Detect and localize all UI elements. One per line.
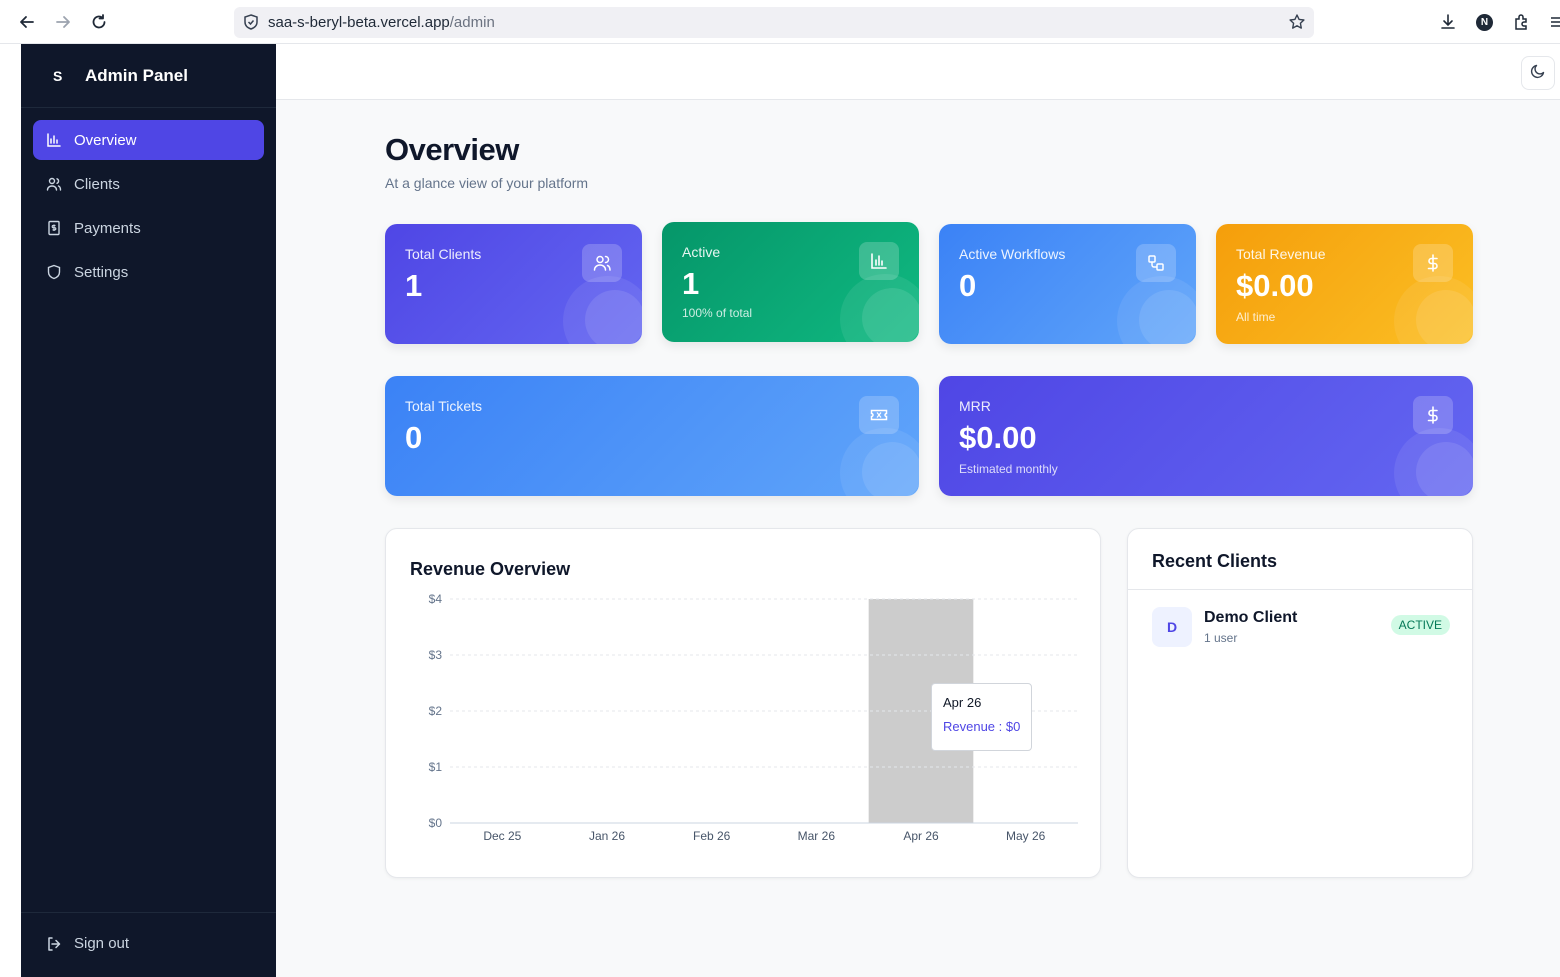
- y-tick-label: $0: [429, 816, 443, 830]
- y-tick-label: $4: [429, 592, 443, 606]
- stat-label: Total Tickets: [405, 398, 483, 414]
- x-tick-label: May 26: [1006, 829, 1046, 843]
- bar-chart-icon: [859, 242, 899, 280]
- url-path: /admin: [449, 14, 495, 31]
- stat-label: Active Workflows: [959, 246, 1066, 262]
- sidebar-footer: Sign out: [21, 912, 276, 977]
- ticket-icon: [859, 396, 899, 434]
- revenue-overview-panel: Revenue Overview $0 $1 $2 $3 $4 Dec 25 Jan 26 F…: [385, 528, 1101, 878]
- brand-title: Admin Panel: [85, 66, 188, 85]
- chart-tooltip: Apr 26 Revenue : $0: [931, 683, 1032, 751]
- bar-chart-icon: [46, 132, 62, 148]
- stat-value: $0.00: [1236, 268, 1314, 303]
- shield-icon: [46, 264, 62, 280]
- page-subtitle: At a glance view of your platform: [385, 175, 589, 191]
- browser-toolbar: saa-s-beryl-beta.vercel.app/admin N: [0, 0, 1560, 44]
- stat-card-total-clients[interactable]: Total Clients 1: [385, 224, 642, 344]
- sidebar-item-label: Settings: [74, 263, 129, 281]
- address-bar[interactable]: saa-s-beryl-beta.vercel.app/admin: [234, 7, 1314, 38]
- window-edge: [0, 44, 21, 977]
- status-badge: ACTIVE: [1390, 615, 1450, 635]
- stat-card-total-tickets[interactable]: Total Tickets 0: [385, 376, 919, 496]
- sidebar-item-label: Overview: [74, 131, 137, 149]
- tooltip-value: Revenue : $0: [943, 719, 1021, 734]
- stat-label: Active: [682, 244, 721, 260]
- stat-card-active[interactable]: Active 1 100% of total: [662, 222, 919, 342]
- stat-label: MRR: [959, 398, 991, 414]
- card-decoration: [862, 442, 919, 496]
- back-icon[interactable]: [16, 11, 38, 33]
- card-decoration: [1416, 442, 1473, 496]
- stat-card-active-workflows[interactable]: Active Workflows 0: [939, 224, 1196, 344]
- users-icon: [46, 176, 62, 192]
- list-item[interactable]: D Demo Client 1 user ACTIVE: [1152, 607, 1450, 649]
- workflow-icon: [1136, 244, 1176, 282]
- stat-note: Estimated monthly: [959, 462, 1058, 476]
- stat-card-total-revenue[interactable]: Total Revenue $0.00 All time: [1216, 224, 1473, 344]
- stat-value: 1: [682, 266, 700, 301]
- url-text: saa-s-beryl-beta.vercel.app/admin: [268, 14, 495, 31]
- stat-label: Total Clients: [405, 246, 482, 262]
- sign-out-button[interactable]: Sign out: [46, 935, 129, 952]
- client-user-count: 1 user: [1204, 631, 1238, 645]
- sidebar-item-payments[interactable]: Payments: [33, 208, 264, 248]
- sidebar-item-label: Payments: [74, 219, 141, 237]
- stat-note: All time: [1236, 310, 1276, 324]
- moon-icon: [1530, 63, 1546, 84]
- sign-out-label: Sign out: [74, 935, 130, 952]
- stat-note: 100% of total: [682, 306, 753, 320]
- card-decoration: [585, 290, 642, 344]
- downloads-icon[interactable]: [1438, 12, 1458, 32]
- x-tick-label: Feb 26: [693, 829, 731, 843]
- card-decoration: [862, 288, 919, 342]
- stat-value: 1: [405, 268, 423, 303]
- panel-title: Revenue Overview: [410, 559, 571, 579]
- receipt-icon: [46, 220, 62, 236]
- theme-toggle-button[interactable]: [1521, 56, 1555, 90]
- forward-icon[interactable]: [52, 11, 74, 33]
- tooltip-title: Apr 26: [943, 695, 982, 710]
- x-tick-label: Dec 25: [483, 829, 521, 843]
- stat-card-mrr[interactable]: MRR $0.00 Estimated monthly: [939, 376, 1473, 496]
- y-tick-label: $2: [429, 704, 443, 718]
- page-title: Overview: [385, 132, 519, 167]
- divider: [1128, 589, 1472, 590]
- card-decoration: [1416, 290, 1473, 344]
- y-tick-label: $3: [429, 648, 443, 662]
- reload-icon[interactable]: [88, 11, 110, 33]
- sidebar-item-settings[interactable]: Settings: [33, 252, 264, 292]
- dollar-icon: [1413, 396, 1453, 434]
- x-tick-label: Mar 26: [798, 829, 836, 843]
- extensions-icon[interactable]: [1511, 12, 1531, 32]
- stat-value: 0: [959, 268, 977, 303]
- sidebar-brand: S Admin Panel: [21, 44, 276, 108]
- bookmark-star-icon[interactable]: [1288, 13, 1306, 31]
- profile-avatar[interactable]: N: [1476, 14, 1493, 31]
- site-info-icon[interactable]: [242, 13, 260, 31]
- url-host: saa-s-beryl-beta.vercel.app: [268, 14, 450, 31]
- recent-clients-panel: Recent Clients D Demo Client 1 user ACTI…: [1127, 528, 1473, 878]
- client-name: Demo Client: [1204, 609, 1298, 626]
- x-tick-label: Jan 26: [589, 829, 625, 843]
- menu-icon[interactable]: [1546, 12, 1560, 32]
- brand-logo: S: [53, 68, 63, 84]
- dollar-icon: [1413, 244, 1453, 282]
- sidebar: S Admin Panel Overview Clients Payments: [21, 44, 276, 977]
- sidebar-item-clients[interactable]: Clients: [33, 164, 264, 204]
- sidebar-menu: Overview Clients Payments Settings: [33, 120, 264, 296]
- avatar: D: [1152, 607, 1192, 647]
- stat-label: Total Revenue: [1236, 246, 1326, 262]
- stat-value: 0: [405, 420, 423, 455]
- log-out-icon: [46, 936, 62, 952]
- stat-value: $0.00: [959, 420, 1037, 455]
- card-decoration: [1139, 290, 1196, 344]
- sidebar-item-overview[interactable]: Overview: [33, 120, 264, 160]
- users-icon: [582, 244, 622, 282]
- y-tick-label: $1: [429, 760, 443, 774]
- panel-title: Recent Clients: [1152, 551, 1278, 571]
- top-bar: [276, 44, 1560, 100]
- x-tick-label: Apr 26: [903, 829, 939, 843]
- sidebar-item-label: Clients: [74, 175, 120, 193]
